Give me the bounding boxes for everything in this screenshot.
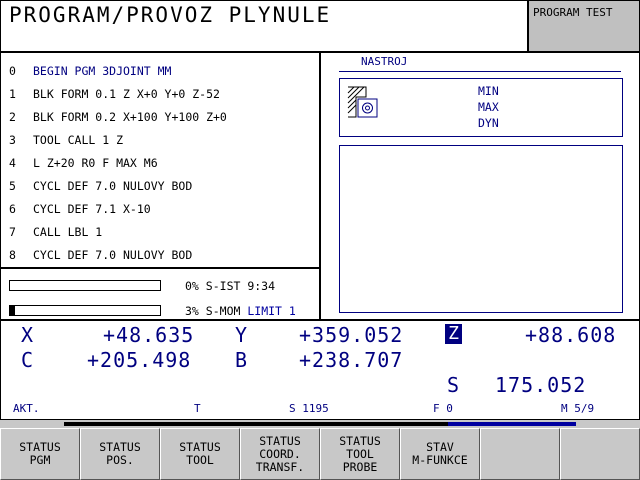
tool-holder-icon [347, 86, 378, 118]
line-text: BEGIN PGM 3DJOINT MM [33, 64, 172, 78]
spindle-load-percent: 0% [185, 279, 199, 293]
tool-detail-box [339, 145, 623, 313]
tool-panel-divider [339, 71, 621, 72]
softkey-label: PGM [29, 453, 51, 467]
torque-load-text: 3% S-MOM LIMIT 1 [185, 304, 296, 318]
line-number: 6 [9, 202, 16, 216]
status-mode: AKT. [13, 402, 40, 415]
softkey-label: M-FUNKCE [412, 453, 468, 467]
line-number: 8 [9, 248, 16, 262]
line-number: 1 [9, 87, 16, 101]
program-line[interactable]: 4 L Z+20 R0 F MAX M6 [9, 156, 158, 170]
program-line[interactable]: 0 BEGIN PGM 3DJOINT MM [9, 64, 171, 78]
line-text: BLK FORM 0.2 X+100 Y+100 Z+0 [33, 110, 227, 124]
softkey-status-tool[interactable]: STATUS TOOL [160, 428, 240, 480]
spindle-s-value: 175.052 [495, 373, 587, 397]
program-line[interactable]: 1 BLK FORM 0.1 Z X+0 Y+0 Z-52 [9, 87, 220, 101]
axis-y-value: +359.052 [299, 323, 404, 347]
softkey-status-pos[interactable]: STATUS POS. [80, 428, 160, 480]
softkey-stav-m-funkce[interactable]: STAV M-FUNKCE [400, 428, 480, 480]
program-listing[interactable]: 0 BEGIN PGM 3DJOINT MM 1 BLK FORM 0.1 Z X+… [0, 52, 320, 268]
axis-y-label: Y [235, 323, 249, 347]
axis-x-label: X [21, 323, 35, 347]
tool-info-box: MIN MAX DYN [339, 78, 623, 137]
tool-max-label: MAX [478, 100, 499, 114]
status-feed: F 0 [433, 402, 453, 415]
softkey-label: TOOL [346, 446, 374, 461]
axis-c-label: C [21, 348, 35, 372]
program-line[interactable]: 5 CYCL DEF 7.0 NULOVY BOD [9, 179, 192, 193]
line-text: CYCL DEF 7.1 X-10 [33, 202, 151, 216]
axis-z-value: +88.608 [525, 323, 617, 347]
torque-load-label: S-MOM [205, 304, 241, 318]
line-text: CALL LBL 1 [33, 225, 103, 239]
softkey-label: STATUS [259, 433, 301, 448]
status-tool: T [194, 402, 201, 415]
torque-load-fill [10, 306, 15, 315]
softkey-label: POS. [106, 453, 134, 467]
spindle-load-label: S-IST 9:34 [205, 279, 276, 293]
line-number: 4 [9, 156, 16, 170]
softkey-label: TRANSF. [255, 459, 305, 474]
status-spindle: S 1195 [289, 402, 329, 415]
program-line[interactable]: 6 CYCL DEF 7.1 X-10 [9, 202, 151, 216]
line-text: CYCL DEF 7.0 NULOVY BOD [33, 179, 193, 193]
tool-min-label: MIN [478, 84, 499, 98]
line-number: 2 [9, 110, 16, 124]
program-line[interactable]: 8 CYCL DEF 7.0 NULOVY BOD [9, 248, 192, 262]
mode-panel: PROGRAM TEST [528, 0, 640, 52]
axis-x-value: +48.635 [103, 323, 195, 347]
tool-panel-title: NASTROJ [361, 55, 408, 68]
softkey-label: TOOL [186, 453, 214, 467]
program-line[interactable]: 2 BLK FORM 0.2 X+100 Y+100 Z+0 [9, 110, 227, 124]
tool-panel: NASTROJ MIN MAX DYN [320, 52, 640, 320]
axis-b-label: B [235, 348, 249, 372]
torque-load-percent: 3% [185, 304, 199, 318]
status-mfunction: M 5/9 [561, 402, 595, 415]
line-number: 7 [9, 225, 16, 239]
line-number: 0 [9, 64, 16, 78]
spindle-s-label: S [447, 373, 461, 397]
program-line[interactable]: 7 CALL LBL 1 [9, 225, 102, 239]
line-text: TOOL CALL 1 Z [33, 133, 124, 147]
axis-z-label: Z [445, 324, 462, 344]
torque-load-bar [9, 305, 161, 316]
line-number: 3 [9, 133, 16, 147]
mode-label: PROGRAM TEST [533, 6, 613, 19]
line-number: 5 [9, 179, 16, 193]
page-title: PROGRAM/PROVOZ PLYNULE [9, 3, 332, 27]
line-text: L Z+20 R0 F MAX M6 [33, 156, 158, 170]
axis-c-value: +205.498 [87, 348, 192, 372]
header-panel: PROGRAM/PROVOZ PLYNULE [0, 0, 528, 52]
softkey-label: COORD. [259, 446, 301, 461]
softkey-empty-7[interactable] [480, 428, 560, 480]
axis-b-value: +238.707 [299, 348, 404, 372]
softkey-status-pgm[interactable]: STATUS PGM [0, 428, 80, 480]
softkey-empty-8[interactable] [560, 428, 640, 480]
line-text: CYCL DEF 7.0 NULOVY BOD [33, 248, 193, 262]
softkey-status-tool-probe[interactable]: STATUS TOOL PROBE [320, 428, 400, 480]
program-line[interactable]: 3 TOOL CALL 1 Z [9, 133, 123, 147]
load-panel: 0% S-IST 9:34 3% S-MOM LIMIT 1 [0, 268, 320, 320]
softkey-label: PROBE [342, 459, 378, 474]
softkey-status-coord-transf[interactable]: STATUS COORD. TRANSF. [240, 428, 320, 480]
spindle-load-bar [9, 280, 161, 291]
position-display: X +48.635 Y +359.052 Z +88.608 C +205.49… [0, 320, 640, 420]
torque-limit: LIMIT 1 [247, 304, 296, 318]
softkey-level-indicator-active [448, 422, 576, 426]
softkey-label: STATUS [339, 433, 381, 448]
tool-dyn-label: DYN [478, 116, 499, 130]
line-text: BLK FORM 0.1 Z X+0 Y+0 Z-52 [33, 87, 220, 101]
spindle-load-text: 0% S-IST 9:34 [185, 279, 275, 293]
